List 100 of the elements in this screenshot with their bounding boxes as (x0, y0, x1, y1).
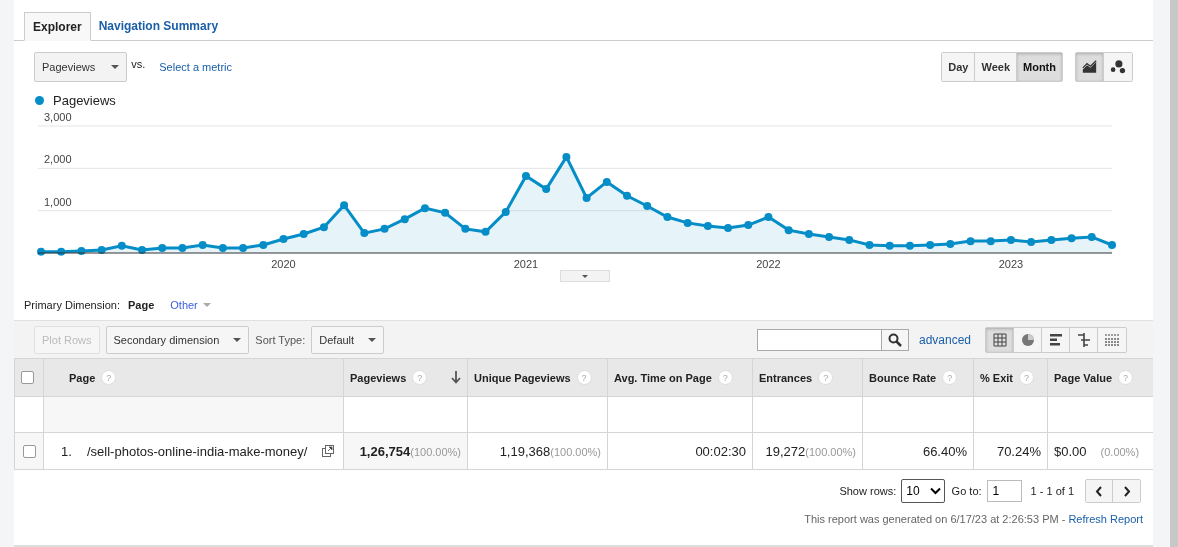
data-point (885, 241, 894, 250)
column-title: Page Value (1054, 371, 1113, 384)
page-range: 1 - 1 of 1 (1030, 485, 1074, 497)
data-point (926, 240, 935, 249)
period-button[interactable]: Week (975, 53, 1017, 81)
data-point (319, 223, 328, 232)
data-point (1047, 235, 1056, 244)
column-header[interactable]: % Exit ? (973, 358, 1048, 397)
row-checkbox[interactable] (22, 444, 36, 458)
data-point (865, 240, 874, 249)
data-point (259, 240, 268, 249)
data-point (1006, 235, 1015, 244)
table-cell: 1,19,368(100.00%) (467, 432, 608, 470)
data-point (703, 221, 712, 230)
data-point (441, 208, 450, 217)
data-point (340, 201, 349, 210)
sort-down-icon (451, 371, 461, 384)
column-header[interactable]: Page ? (43, 358, 344, 397)
data-point (37, 247, 45, 256)
data-point (946, 240, 955, 249)
column-title: Entrances (759, 371, 813, 384)
data-point (400, 215, 409, 224)
data-point (724, 224, 733, 232)
motion-chart-button[interactable] (1104, 53, 1132, 81)
data-point (845, 235, 854, 244)
data-point (380, 224, 389, 233)
data-point (986, 237, 995, 246)
secondary-dimension-dropdown[interactable]: Secondary dimension (105, 325, 250, 354)
column-header[interactable]: Entrances ? (752, 358, 863, 397)
go-to-field[interactable]: 1 (986, 480, 1022, 502)
column-title: Unique Pageviews (474, 371, 571, 384)
column-header[interactable]: Pageviews ? (343, 358, 468, 397)
period-button[interactable]: Month (1017, 53, 1062, 81)
search-field[interactable] (756, 328, 881, 351)
data-point (764, 213, 773, 221)
comparison-icon (1076, 332, 1091, 347)
vs-label: vs. (131, 58, 146, 70)
report-tab[interactable]: Explorer (24, 12, 91, 41)
refresh-report-link[interactable]: Refresh Report (1068, 513, 1143, 525)
data-point (279, 235, 288, 244)
data-point (461, 224, 470, 233)
x-tick-label: 2023 (998, 258, 1024, 270)
column-title: Pageviews (350, 371, 407, 384)
y-tick-label: 1,000 (44, 195, 72, 208)
table-view-button[interactable] (986, 327, 1014, 352)
previous-page-button[interactable] (1086, 480, 1113, 502)
data-point (299, 229, 308, 238)
show-rows-select[interactable]: 10 (901, 479, 945, 503)
data-point (77, 246, 86, 255)
grid-icon (992, 332, 1007, 347)
column-header[interactable]: Avg. Time on Page ? (607, 358, 753, 397)
bar-chart-icon (1048, 332, 1063, 347)
period-button[interactable]: Day (942, 53, 976, 81)
data-point (1067, 234, 1076, 243)
column-header[interactable]: Unique Pageviews ? (467, 358, 608, 397)
collapse-handle[interactable] (560, 270, 610, 282)
show-rows-label: Show rows: (839, 485, 897, 497)
table-cell: 00:02:30 (607, 432, 753, 470)
report-tab[interactable]: Navigation Summary (90, 12, 227, 40)
select-all-checkbox[interactable] (21, 371, 34, 385)
y-tick-label: 3,000 (44, 111, 72, 123)
area-chart-icon (1082, 59, 1097, 75)
table-cell: 66.40% (862, 432, 974, 470)
column-title: % Exit (980, 371, 1013, 384)
data-point (562, 152, 571, 161)
line-chart-button[interactable] (1076, 53, 1104, 81)
other-dimension-link[interactable]: Other (170, 299, 211, 311)
y-tick-label: 2,000 (44, 153, 72, 166)
data-point (522, 171, 530, 180)
data-point (1108, 240, 1116, 249)
data-point (1087, 232, 1096, 241)
x-tick-label: 2021 (513, 258, 539, 270)
advanced-link[interactable]: advanced (918, 332, 971, 347)
column-title: Bounce Rate (869, 371, 937, 384)
page-link[interactable]: /sell-photos-online-india-make-money/ (87, 443, 308, 459)
next-page-button[interactable] (1113, 480, 1140, 502)
column-title: Page (69, 371, 96, 384)
data-point (804, 229, 813, 238)
x-tick-label: 2022 (756, 258, 781, 270)
data-point (744, 221, 753, 230)
sort-type-label: Sort Type: (255, 333, 306, 346)
data-point (198, 240, 207, 249)
primary-dimension-page[interactable]: Page (127, 299, 155, 311)
select-metric-link[interactable]: Select a metric (159, 61, 232, 73)
row-index: 1. (61, 443, 73, 459)
data-point (542, 185, 551, 194)
data-point (420, 204, 429, 213)
bubbles-icon (1110, 59, 1126, 75)
data-point (218, 243, 227, 252)
column-header[interactable]: Bounce Rate ? (862, 358, 974, 397)
column-header[interactable]: Page Value ? (1047, 358, 1154, 397)
table-cell: 1,26,754(100.00%) (343, 432, 468, 470)
scrollbar-thumb[interactable] (1170, 0, 1178, 547)
data-point (481, 227, 490, 236)
search-button[interactable] (880, 328, 909, 351)
sort-type-dropdown[interactable]: Default (311, 325, 385, 354)
data-point (683, 218, 692, 227)
metric-dropdown[interactable]: Pageviews (34, 52, 128, 82)
data-point (178, 243, 187, 252)
open-external-icon[interactable] (322, 445, 334, 457)
